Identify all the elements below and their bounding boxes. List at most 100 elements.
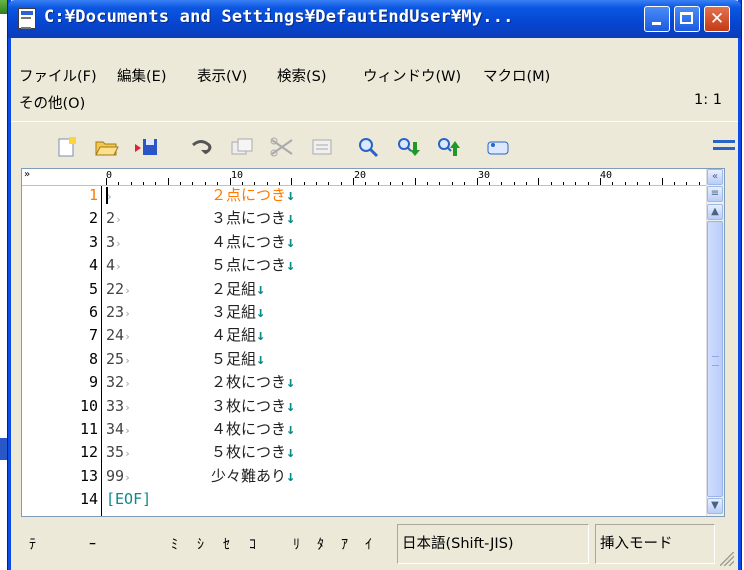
scroll-thumb[interactable] xyxy=(707,221,723,497)
copy-icon[interactable] xyxy=(229,136,255,158)
grep-icon[interactable] xyxy=(485,136,511,158)
menu-window[interactable]: ウィンドウ(W) xyxy=(363,65,461,86)
text-line[interactable]: 5 22› ２足組↓ xyxy=(22,280,712,298)
vertical-scrollbar[interactable]: « ≡ ▲ ▼ xyxy=(706,169,724,516)
cut-icon[interactable] xyxy=(269,136,295,158)
line-number: 14 xyxy=(79,490,98,509)
line-text: ４枚につき↓ xyxy=(211,420,295,438)
text-line[interactable]: 7 24› ４足組↓ xyxy=(22,326,712,344)
text-line[interactable]: 2 2› ３点につき↓ xyxy=(22,209,712,227)
line-text-value: ３足組 xyxy=(211,303,257,321)
line-number: 4 xyxy=(88,256,98,275)
undo-icon[interactable] xyxy=(189,136,215,158)
menu-bar: ファイル(F) 編集(E) 表示(V) 検索(S) ウィンドウ(W) マクロ(M… xyxy=(11,38,738,112)
text-line[interactable]: 12 35› ５枚につき↓ xyxy=(22,443,712,461)
toolbar xyxy=(11,124,738,170)
line-number: 11 xyxy=(79,420,98,438)
code-value: 22 xyxy=(106,279,125,298)
ruler-tick xyxy=(353,178,354,185)
code-cell: 99› xyxy=(106,467,131,487)
ruler-left-marker: » xyxy=(24,169,31,180)
ruler-label-20: 20 xyxy=(354,170,367,181)
scroll-grip-icon xyxy=(712,356,719,366)
line-number: 1 xyxy=(88,186,98,204)
text-line[interactable]: 4 4› ５点につき↓ xyxy=(22,256,712,274)
ruler-tick xyxy=(414,178,416,185)
column-ruler: » 0 10 20 30 40 xyxy=(22,169,712,186)
minimize-button[interactable] xyxy=(644,6,670,32)
ruler-tick xyxy=(377,182,379,185)
status-input-mode[interactable]: 挿入モード xyxy=(595,524,715,564)
text-line[interactable]: 13 99› 少々難あり↓ xyxy=(22,467,712,485)
menu-file[interactable]: ファイル(F) xyxy=(19,65,97,86)
line-number: 5 xyxy=(88,279,98,298)
menu-edit[interactable]: 編集(E) xyxy=(117,65,166,86)
close-button[interactable]: ✕ xyxy=(704,6,730,32)
code-value: 25 xyxy=(106,349,125,368)
status-glyph-4: ｼ xyxy=(197,537,204,553)
status-glyph-3: ﾐ xyxy=(171,537,178,553)
text-line[interactable]: 8 25› ５足組↓ xyxy=(22,350,712,368)
ruler-tick xyxy=(291,178,293,185)
code-cell: 2› xyxy=(106,209,122,229)
line-text: ５足組↓ xyxy=(211,350,265,368)
newline-mark: ↓ xyxy=(256,326,266,345)
tab-mark: › xyxy=(115,213,122,227)
open-folder-icon[interactable] xyxy=(94,136,120,158)
ruler-tick xyxy=(390,182,392,185)
status-encoding[interactable]: 日本語(Shift-JIS) xyxy=(397,524,589,564)
code-cell: 4› xyxy=(106,256,122,276)
paste-icon[interactable] xyxy=(309,136,335,158)
text-editor[interactable]: » 0 10 20 30 40 1 › ２点につき↓ 2 2› ３点につき↓ 3 3› ４点につ… xyxy=(21,168,725,517)
text-line[interactable]: 3 3› ４点につき↓ xyxy=(22,233,712,251)
ruler-tick xyxy=(649,182,651,185)
ruler-tick xyxy=(328,182,330,185)
text-line[interactable]: 10 33› ３枚につき↓ xyxy=(22,397,712,415)
ruler-tick xyxy=(550,182,552,185)
newline-mark: ↓ xyxy=(286,443,296,462)
new-file-icon[interactable] xyxy=(54,136,80,158)
text-line[interactable]: 1 › ２点につき↓ xyxy=(22,186,712,204)
line-number: 10 xyxy=(79,396,98,415)
search-up-icon[interactable] xyxy=(436,136,462,158)
search-down-icon[interactable] xyxy=(396,136,422,158)
menu-view[interactable]: 表示(V) xyxy=(197,65,247,86)
ruler-label-40: 40 xyxy=(600,170,613,181)
scroll-down-button[interactable]: ▼ xyxy=(707,498,723,514)
editor-window: C:¥Documents and Settings¥DefautEndUser¥… xyxy=(8,0,741,570)
tab-mark: › xyxy=(124,283,131,297)
ruler-tick xyxy=(624,182,626,185)
menu-search[interactable]: 検索(S) xyxy=(277,65,327,86)
ruler-tick xyxy=(513,182,515,185)
text-line[interactable]: 9 32› ２枚につき↓ xyxy=(22,373,712,391)
save-icon[interactable] xyxy=(134,136,160,158)
tab-mark: › xyxy=(124,424,131,437)
menu-icon[interactable] xyxy=(711,136,737,158)
ruler-tick xyxy=(155,182,157,185)
ruler-tick xyxy=(698,182,700,185)
line-text-value: 少々難あり xyxy=(211,466,287,485)
line-text-value: ３枚につき xyxy=(211,396,287,415)
split-icon[interactable]: ≡ xyxy=(707,186,723,202)
ruler-right-marker[interactable]: « xyxy=(707,169,723,185)
text-line[interactable]: 6 23› ３足組↓ xyxy=(22,303,712,321)
menu-macro[interactable]: マクロ(M) xyxy=(483,65,550,86)
newline-mark: ↓ xyxy=(256,279,266,298)
code-value: 33 xyxy=(106,396,125,415)
tab-mark: › xyxy=(124,353,131,367)
text-line[interactable]: 14 [EOF] xyxy=(22,490,712,508)
maximize-button[interactable] xyxy=(674,6,700,32)
app-notepad-icon[interactable] xyxy=(18,8,36,29)
ruler-tick xyxy=(525,182,527,185)
title-bar[interactable]: C:¥Documents and Settings¥DefautEndUser¥… xyxy=(8,0,741,38)
ruler-tick xyxy=(661,178,663,185)
line-number: 2 xyxy=(88,209,98,228)
text-line[interactable]: 11 34› ４枚につき↓ xyxy=(22,420,712,438)
search-icon[interactable] xyxy=(356,136,382,158)
menu-other[interactable]: その他(O) xyxy=(19,92,85,113)
resize-grip-icon[interactable] xyxy=(720,552,734,566)
code-value: 23 xyxy=(106,303,125,321)
line-number: 9 xyxy=(88,373,98,392)
line-text: ３点につき↓ xyxy=(211,209,295,227)
scroll-up-button[interactable]: ▲ xyxy=(707,204,723,220)
